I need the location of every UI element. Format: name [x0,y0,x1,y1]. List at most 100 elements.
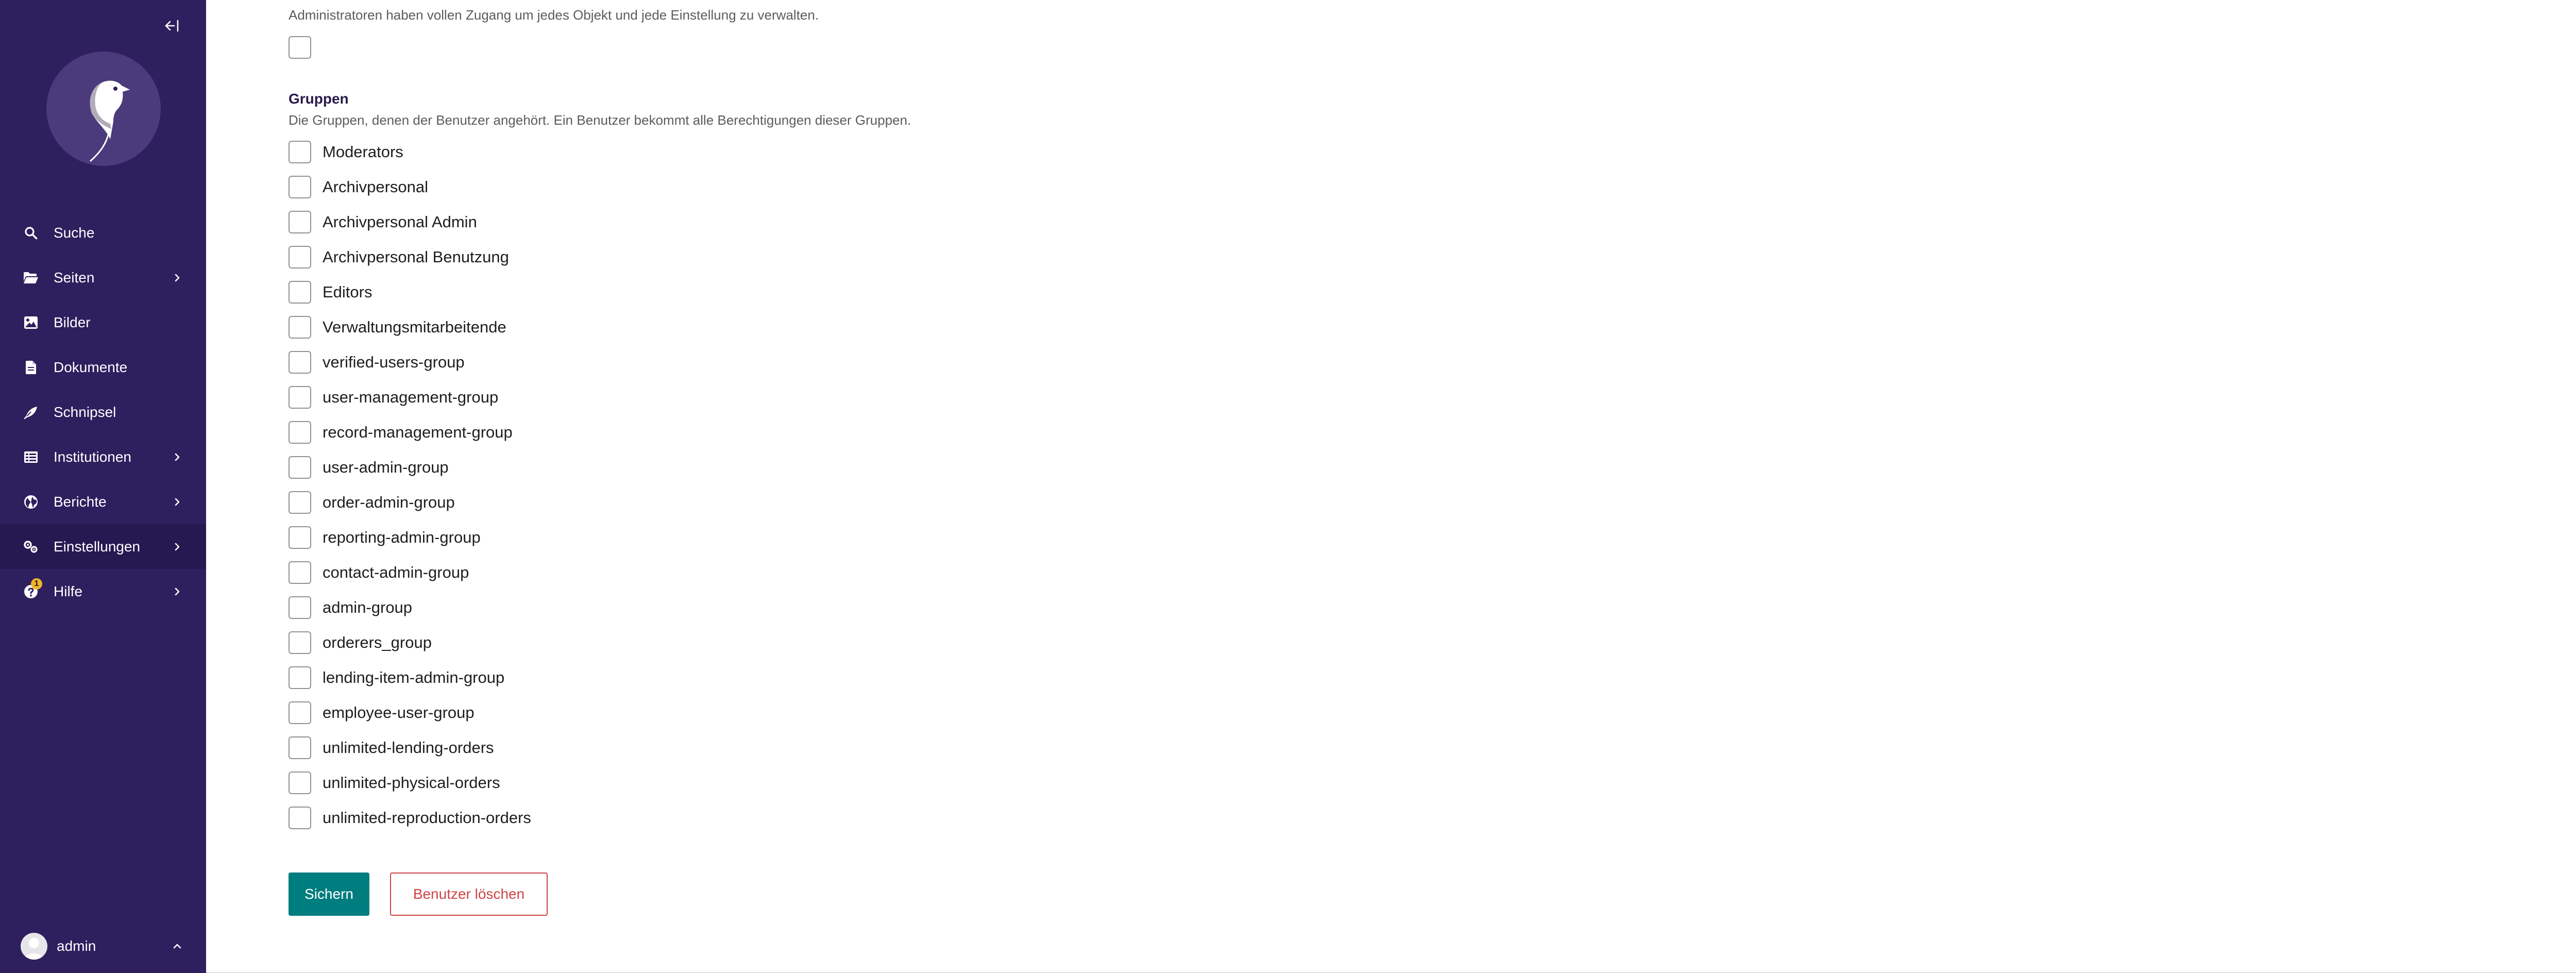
group-option[interactable]: user-admin-group [289,456,449,479]
group-option[interactable]: unlimited-physical-orders [289,771,500,794]
group-label[interactable]: Archivpersonal Benutzung [323,248,509,266]
group-option[interactable]: verified-users-group [289,351,465,374]
chevron-up-icon [171,940,183,952]
group-checkbox[interactable] [289,421,311,444]
group-option[interactable]: employee-user-group [289,701,474,724]
sidebar-item-einstellungen[interactable]: Einstellungen [0,524,206,569]
chevron-right-icon [171,496,183,508]
account-menu-toggle[interactable]: admin [0,919,206,973]
group-label[interactable]: user-admin-group [323,458,449,477]
group-checkbox[interactable] [289,631,311,654]
group-checkbox[interactable] [289,456,311,479]
avatar [21,933,47,960]
wagtail-logo[interactable] [46,52,161,166]
sidebar-item-label: Schnipsel [54,404,116,420]
group-option[interactable]: Archivpersonal Admin [289,211,477,233]
collapse-sidebar-button[interactable] [163,16,181,35]
group-checkbox[interactable] [289,596,311,619]
sidebar-item-label: Bilder [54,314,91,330]
group-checkbox[interactable] [289,736,311,759]
sidebar-item-berichte[interactable]: Berichte [0,479,206,524]
snippet-icon [23,404,39,421]
groups-label: Gruppen [289,91,349,107]
sidebar-item-label: Berichte [54,493,107,510]
group-checkbox[interactable] [289,561,311,584]
sidebar-item-label: Institutionen [54,448,131,465]
notification-badge: 1 [31,578,42,590]
sidebar-item-bilder[interactable]: Bilder [0,300,206,345]
cogs-icon [23,539,39,555]
groups-help-text: Die Gruppen, denen der Benutzer angehört… [289,112,911,128]
document-icon [23,359,39,376]
group-checkbox[interactable] [289,666,311,689]
group-checkbox[interactable] [289,701,311,724]
group-option[interactable]: unlimited-lending-orders [289,736,494,759]
sidebar-item-institutionen[interactable]: Institutionen [0,434,206,479]
group-option[interactable]: Editors [289,281,372,304]
group-label[interactable]: Moderators [323,143,403,161]
sidebar-item-label: Dokumente [54,359,128,375]
group-option[interactable]: record-management-group [289,421,513,444]
chevron-right-icon [171,541,183,553]
group-option[interactable]: reporting-admin-group [289,526,481,549]
group-option[interactable]: user-management-group [289,386,498,409]
group-label[interactable]: Archivpersonal [323,178,428,196]
group-option[interactable]: admin-group [289,596,412,619]
group-checkbox[interactable] [289,491,311,514]
group-label[interactable]: user-management-group [323,388,498,407]
group-option[interactable]: Moderators [289,141,403,163]
group-checkbox[interactable] [289,176,311,198]
search-icon [23,225,39,241]
group-checkbox[interactable] [289,386,311,409]
group-option[interactable]: order-admin-group [289,491,455,514]
group-checkbox[interactable] [289,141,311,163]
group-label[interactable]: lending-item-admin-group [323,668,504,687]
group-label[interactable]: contact-admin-group [323,563,469,582]
group-option[interactable]: Archivpersonal [289,176,428,198]
chevron-right-icon [171,272,183,284]
group-option[interactable]: contact-admin-group [289,561,469,584]
main-content: Administratoren haben vollen Zugang um j… [206,0,2576,973]
sidebar-item-dokumente[interactable]: Dokumente [0,345,206,390]
chevron-right-icon [171,451,183,463]
group-option[interactable]: lending-item-admin-group [289,666,504,689]
group-option[interactable]: orderers_group [289,631,432,654]
group-checkbox[interactable] [289,351,311,374]
group-label[interactable]: Editors [323,283,372,301]
group-label[interactable]: unlimited-reproduction-orders [323,809,531,827]
delete-user-button[interactable]: Benutzer löschen [390,873,548,916]
group-label[interactable]: reporting-admin-group [323,528,481,547]
image-icon [23,314,39,331]
group-checkbox[interactable] [289,526,311,549]
group-label[interactable]: unlimited-lending-orders [323,739,494,757]
group-label[interactable]: order-admin-group [323,493,455,512]
group-label[interactable]: unlimited-physical-orders [323,774,500,792]
group-option[interactable]: Verwaltungsmitarbeitende [289,316,506,339]
superuser-checkbox[interactable] [289,36,311,59]
group-label[interactable]: verified-users-group [323,353,465,372]
group-checkbox[interactable] [289,246,311,269]
sidebar-item-label: Seiten [54,269,95,286]
group-option[interactable]: Archivpersonal Benutzung [289,246,509,269]
sidebar-item-label: Suche [54,224,95,241]
group-checkbox[interactable] [289,316,311,339]
group-label[interactable]: employee-user-group [323,703,474,722]
sidebar-item-suche[interactable]: Suche [0,210,206,255]
group-checkbox[interactable] [289,807,311,829]
group-label[interactable]: Verwaltungsmitarbeitende [323,318,506,337]
sidebar-item-seiten[interactable]: Seiten [0,255,206,300]
avatar-default-icon [24,938,44,960]
folder-open-icon [23,270,39,286]
group-label[interactable]: orderers_group [323,633,432,652]
group-label[interactable]: Archivpersonal Admin [323,213,477,231]
group-option[interactable]: unlimited-reproduction-orders [289,807,531,829]
group-label[interactable]: admin-group [323,598,412,617]
group-checkbox[interactable] [289,771,311,794]
sidebar-item-schnipsel[interactable]: Schnipsel [0,390,206,434]
save-button[interactable]: Sichern [289,873,369,916]
main-menu: Suche Seiten Bilder Dokumente Schnipsel … [0,210,206,614]
group-checkbox[interactable] [289,281,311,304]
group-label[interactable]: record-management-group [323,423,513,442]
sidebar-item-hilfe[interactable]: 1 Hilfe [0,569,206,614]
group-checkbox[interactable] [289,211,311,233]
